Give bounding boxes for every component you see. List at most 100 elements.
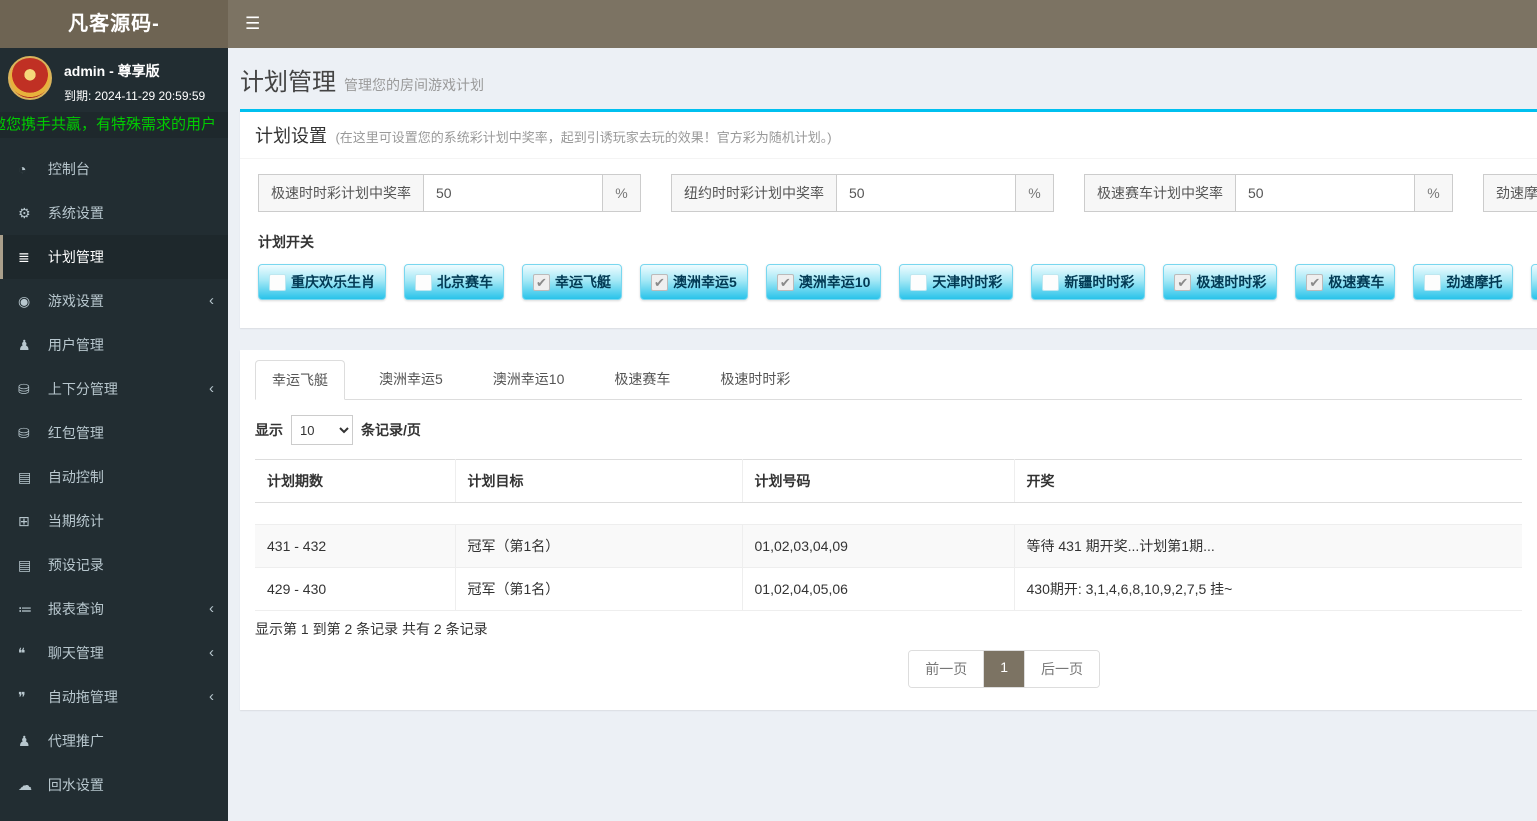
game-switch-label: 极速赛车 — [1328, 274, 1385, 290]
rate-input[interactable] — [1235, 174, 1415, 212]
sidebar-item-current-stats[interactable]: ⊞ 当期统计 — [0, 499, 228, 543]
database-icon: ⛁ — [18, 425, 30, 441]
page-size-select[interactable]: 10 — [291, 415, 353, 445]
checkbox-unchecked-icon[interactable] — [269, 273, 286, 291]
checkbox-checked-icon[interactable] — [651, 273, 668, 291]
chevron-left-icon: ‹ — [209, 292, 214, 309]
tab-jisu-shishicai[interactable]: 极速时时彩 — [704, 360, 806, 400]
sidebar-item-label: 当期统计 — [47, 513, 104, 529]
game-switch-button[interactable]: 劲速摩托 — [1413, 264, 1514, 300]
sidebar-item-dashboard[interactable]: ◔ 控制台 — [0, 147, 228, 191]
avatar — [8, 56, 52, 100]
sidebar-item-auto-control[interactable]: ▤ 自动控制 — [0, 455, 228, 499]
game-switch-label: 澳洲幸运10 — [798, 274, 871, 290]
sidebar-item-agent-promotion[interactable]: ♟ 代理推广 — [0, 719, 228, 763]
rate-input-group: 极速赛车计划中奖率 % — [1084, 174, 1453, 212]
gamepad-icon: ◉ — [18, 293, 31, 309]
game-switch-button[interactable]: 澳洲幸运5 — [640, 264, 748, 300]
sidebar-item-preset-records[interactable]: ▤ 预设记录 — [0, 543, 228, 587]
percent-unit: % — [1415, 174, 1453, 212]
game-switch-label: 重庆欢乐生肖 — [291, 274, 375, 290]
game-switch-button[interactable]: 极速时时彩 — [1163, 264, 1278, 300]
sidebar-item-chat-management[interactable]: ❝ 聊天管理 ‹ — [0, 631, 228, 675]
sidebar-item-label: 系统设置 — [47, 205, 104, 221]
game-switch-button[interactable]: 北京赛车 — [404, 264, 504, 300]
page-1-button[interactable]: 1 — [984, 651, 1025, 687]
database-icon: ⛁ — [18, 381, 30, 397]
sidebar-item-game-settings[interactable]: ◉ 游戏设置 ‹ — [0, 279, 228, 323]
column-header[interactable]: 计划号码 — [741, 459, 1014, 503]
sidebar-item-report-query[interactable]: ≔ 报表查询 ‹ — [0, 587, 228, 631]
checkbox-checked-icon[interactable] — [1306, 273, 1324, 291]
checkbox-unchecked-icon[interactable] — [1424, 273, 1442, 291]
comments-icon: ❞ — [18, 689, 26, 705]
pagination-wrap: 前一页 1 后一页 — [255, 650, 1522, 688]
rate-label: 极速赛车计划中奖率 — [1084, 174, 1235, 212]
user-name: admin - 尊享版 — [64, 63, 160, 79]
topbar: ☰ — [228, 0, 1537, 48]
page-size-suffix: 条记录/页 — [361, 422, 421, 438]
tab-aozhou-xingyun5[interactable]: 澳洲幸运5 — [363, 360, 459, 400]
rate-input[interactable] — [836, 174, 1016, 212]
sidebar-item-plan-management[interactable]: ≣ 计划管理 — [0, 235, 228, 279]
sidebar-item-fly-order-system[interactable]: ✈ 飞单系统 ‹ — [0, 807, 228, 821]
next-page-button[interactable]: 后一页 — [1025, 651, 1099, 687]
column-header[interactable]: 计划目标 — [454, 459, 742, 503]
tab-jisu-saiche[interactable]: 极速赛车 — [598, 360, 686, 400]
column-header[interactable]: 开奖 — [1013, 459, 1522, 503]
tab-aozhou-xingyun10[interactable]: 澳洲幸运10 — [477, 360, 581, 400]
user-panel: admin - 尊享版 到期: 2024-11-29 20:59:59 — [0, 48, 228, 103]
sidebar-item-label: 计划管理 — [47, 249, 104, 265]
game-switch-button[interactable]: 天津时时彩 — [899, 264, 1014, 300]
game-switch-label: 天津时时彩 — [932, 274, 1003, 290]
sidebar-item-label: 用户管理 — [47, 337, 104, 353]
rate-input[interactable] — [423, 174, 603, 212]
sidebar-item-label: 聊天管理 — [47, 645, 104, 661]
page-subtitle: 管理您的房间游戏计划 — [344, 77, 484, 93]
rate-input-group: 极速时时彩计划中奖率 % — [258, 174, 641, 212]
user-expiry: 到期: 2024-11-29 20:59:59 — [64, 89, 206, 103]
game-switch-label: 幸运飞艇 — [555, 274, 611, 290]
page-title: 计划管理 — [240, 69, 336, 96]
sidebar-item-rebate-settings[interactable]: ☁ 回水设置 — [0, 763, 228, 807]
record-summary: 显示第 1 到第 2 条记录 共有 2 条记录 — [255, 621, 488, 637]
sidebar-item-label: 控制台 — [47, 161, 90, 177]
sidebar: 凡客源码- admin - 尊享版 到期: 2024-11-29 20:59:5… — [0, 0, 228, 821]
checkbox-checked-icon[interactable] — [1174, 273, 1192, 291]
list-icon: ▤ — [18, 469, 32, 485]
table-row[interactable]: 429 - 430 冠军（第1名） 01,02,04,05,06 430期开: … — [255, 567, 1522, 611]
checkbox-checked-icon[interactable] — [776, 273, 794, 291]
sidebar-item-auto-bot-management[interactable]: ❞ 自动拖管理 ‹ — [0, 675, 228, 719]
cell-issue: 429 - 430 — [255, 567, 455, 611]
checkbox-unchecked-icon[interactable] — [1042, 273, 1060, 291]
table-row[interactable]: 431 - 432 冠军（第1名） 01,02,03,04,09 等待 431 … — [255, 524, 1522, 568]
sidebar-item-system-settings[interactable]: ⚙ 系统设置 — [0, 191, 228, 235]
prev-page-button[interactable]: 前一页 — [909, 651, 985, 687]
game-switch-button[interactable]: 重庆欢乐生肖 — [258, 264, 386, 300]
column-header[interactable]: 计划期数 — [255, 459, 455, 503]
rate-inputs-row: 极速时时彩计划中奖率 % 纽约时时彩计划中奖率 % 极速赛车计划中奖率 — [258, 174, 1537, 212]
sidebar-item-user-management[interactable]: ♟ 用户管理 — [0, 323, 228, 367]
sidebar-item-redpacket-management[interactable]: ⛁ 红包管理 — [0, 411, 228, 455]
sidebar-item-updown-management[interactable]: ⛁ 上下分管理 ‹ — [0, 367, 228, 411]
hamburger-menu-icon[interactable]: ☰ — [228, 0, 277, 48]
game-switch-button[interactable]: 纽约时时彩 — [1531, 264, 1537, 300]
game-switch-label: 极速时时彩 — [1196, 274, 1267, 290]
chevron-left-icon: ‹ — [209, 644, 214, 661]
game-switch-button[interactable]: 澳洲幸运10 — [765, 264, 882, 300]
announcement-text: 邀您携手共赢，有特殊需求的用户 — [0, 116, 217, 133]
users-icon: ♟ — [18, 337, 31, 353]
checkbox-checked-icon[interactable] — [533, 273, 550, 291]
app-logo[interactable]: 凡客源码- — [0, 0, 228, 48]
tab-xingyun-feiting[interactable]: 幸运飞艇 — [255, 360, 345, 400]
checkbox-unchecked-icon[interactable] — [415, 273, 432, 291]
game-switch-button[interactable]: 极速赛车 — [1295, 264, 1396, 300]
plan-table: 计划期数 计划目标 计划号码 开奖 431 - 432 冠军（第1名） 01,0… — [255, 459, 1522, 611]
sidebar-item-label: 回水设置 — [47, 777, 104, 793]
checkbox-unchecked-icon[interactable] — [910, 273, 928, 291]
cell-target: 冠军（第1名） — [454, 567, 742, 611]
game-switch-button[interactable]: 新疆时时彩 — [1031, 264, 1146, 300]
announcement-marquee: 邀您携手共赢，有特殊需求的用户 — [0, 112, 228, 138]
pagination: 前一页 1 后一页 — [908, 650, 1100, 688]
game-switch-button[interactable]: 幸运飞艇 — [522, 264, 622, 300]
